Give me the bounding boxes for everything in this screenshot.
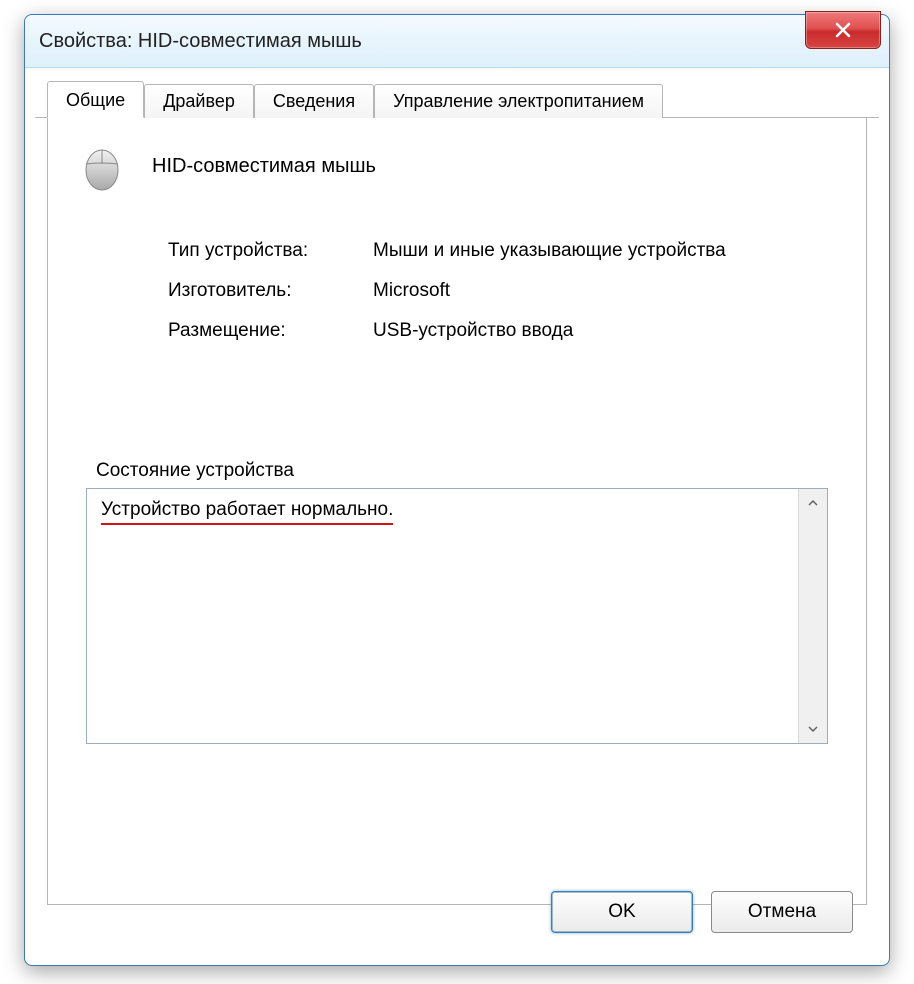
prop-value-location: USB-устройство ввода: [373, 320, 573, 342]
properties-window: Свойства: HID-совместимая мышь Общие Дра…: [24, 14, 890, 966]
device-status-group-label: Состояние устройства: [90, 460, 300, 482]
prop-value-type: Мыши и иные указывающие устройства: [373, 240, 726, 262]
tab-panel-general: HID-совместимая мышь Тип устройства: Мыш…: [47, 118, 867, 905]
device-header: HID-совместимая мышь: [48, 118, 866, 204]
dialog-buttons: OK Отмена: [551, 891, 853, 933]
prop-label-type: Тип устройства:: [168, 240, 373, 262]
device-status-text: Устройство работает нормально.: [101, 499, 393, 525]
prop-row-location: Размещение: USB-устройство ввода: [168, 320, 838, 342]
window-title: Свойства: HID-совместимая мышь: [39, 30, 362, 53]
prop-value-manufacturer: Microsoft: [373, 280, 450, 302]
properties-grid: Тип устройства: Мыши и иные указывающие …: [48, 204, 866, 368]
tab-general[interactable]: Общие: [47, 81, 144, 118]
prop-row-manufacturer: Изготовитель: Microsoft: [168, 280, 838, 302]
cancel-button[interactable]: Отмена: [711, 891, 853, 933]
client-area: Общие Драйвер Сведения Управление электр…: [35, 77, 879, 953]
device-status-group: Состояние устройства Устройство работает…: [76, 474, 838, 754]
tab-details[interactable]: Сведения: [254, 84, 374, 118]
prop-row-type: Тип устройства: Мыши и иные указывающие …: [168, 240, 838, 262]
close-icon: [833, 20, 853, 40]
ok-button[interactable]: OK: [551, 891, 693, 933]
close-button[interactable]: [805, 11, 881, 49]
titlebar[interactable]: Свойства: HID-совместимая мышь: [25, 15, 889, 68]
mouse-icon: [76, 140, 128, 192]
prop-label-manufacturer: Изготовитель:: [168, 280, 373, 302]
scroll-up-button[interactable]: [799, 489, 827, 517]
device-status-textbox[interactable]: Устройство работает нормально.: [86, 488, 828, 744]
prop-label-location: Размещение:: [168, 320, 373, 342]
chevron-down-icon: [807, 723, 819, 735]
device-name: HID-совместимая мышь: [152, 155, 376, 178]
tab-power[interactable]: Управление электропитанием: [374, 84, 663, 118]
scroll-down-button[interactable]: [799, 715, 827, 743]
tabstrip: Общие Драйвер Сведения Управление электр…: [35, 77, 879, 118]
status-scrollbar[interactable]: [798, 489, 827, 743]
chevron-up-icon: [807, 497, 819, 509]
tab-driver[interactable]: Драйвер: [144, 84, 254, 118]
